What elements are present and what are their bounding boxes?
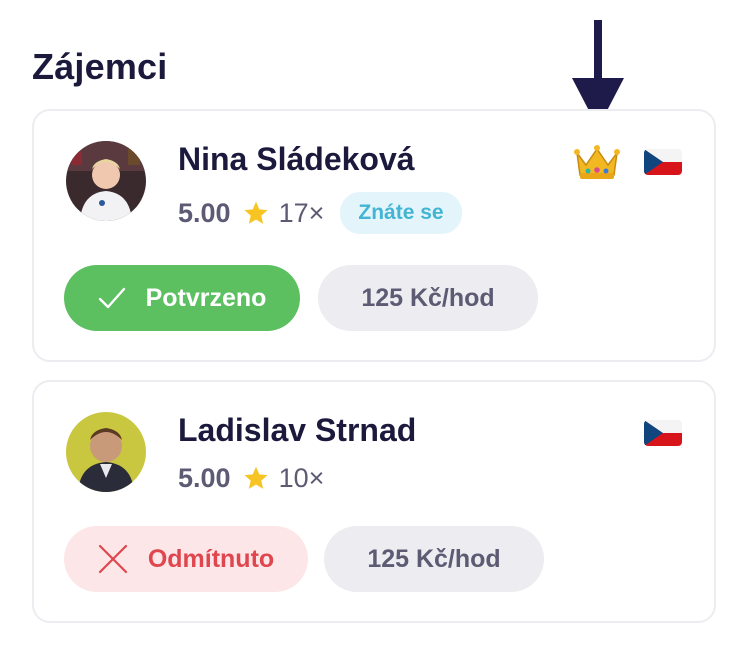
status-rejected: Odmítnuto bbox=[64, 526, 308, 592]
status-label: Potvrzeno bbox=[145, 283, 267, 312]
rating-value: 5.00 bbox=[178, 462, 231, 493]
rating-count: 17× bbox=[278, 197, 325, 228]
price-pill: 125 Kč/hod bbox=[324, 526, 544, 592]
applicant-card[interactable]: Ladislav Strnad 5.00 10× Odmítnuto 125 K… bbox=[32, 380, 716, 623]
avatar bbox=[66, 412, 146, 492]
czech-flag-icon bbox=[644, 420, 682, 446]
status-confirmed: Potvrzeno bbox=[64, 265, 300, 331]
applicant-name: Ladislav Strnad bbox=[178, 412, 417, 448]
applicant-name: Nina Sládeková bbox=[178, 141, 415, 177]
check-icon bbox=[98, 287, 125, 309]
acquaintance-badge: Znáte se bbox=[340, 192, 462, 234]
price-pill: 125 Kč/hod bbox=[318, 265, 538, 331]
rating-row: 5.00 10× bbox=[178, 458, 324, 498]
rating-row: 5.00 17× Znáte se bbox=[178, 192, 462, 234]
star-icon bbox=[243, 201, 268, 224]
status-label: Odmítnuto bbox=[147, 544, 275, 573]
rating-value: 5.00 bbox=[178, 197, 231, 228]
avatar bbox=[66, 141, 146, 221]
applicant-card[interactable]: Nina Sládeková 5.00 17× Znáte se Potvrze… bbox=[32, 109, 716, 362]
crown-icon bbox=[574, 145, 620, 179]
section-title: Zájemci bbox=[32, 46, 168, 87]
close-icon bbox=[98, 544, 127, 574]
czech-flag-icon bbox=[644, 149, 682, 175]
star-icon bbox=[243, 466, 268, 489]
rating-count: 10× bbox=[278, 462, 325, 493]
